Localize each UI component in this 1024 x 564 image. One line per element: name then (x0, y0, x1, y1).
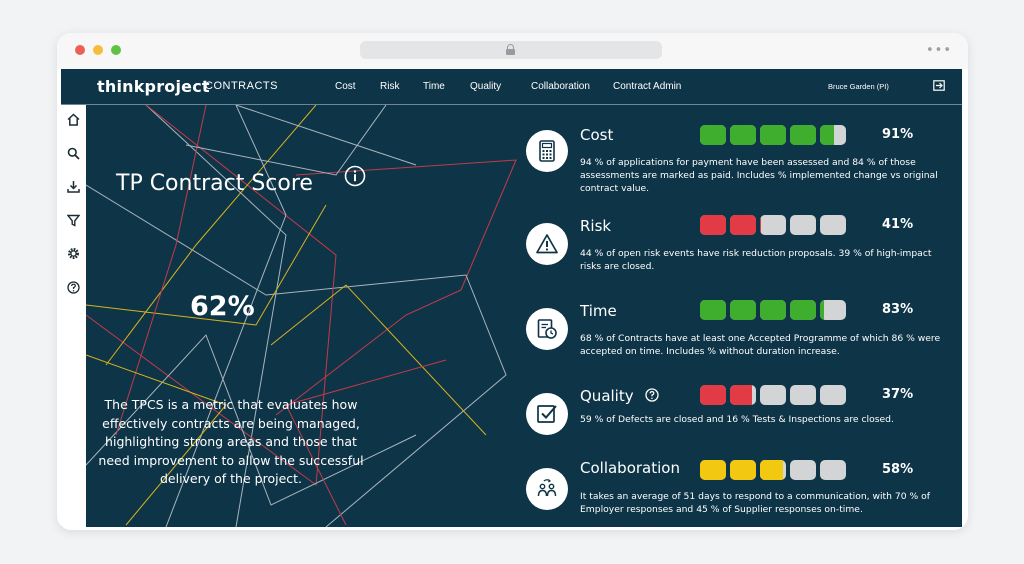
score-bar-segment (760, 460, 786, 480)
score-title: TP Contract Score (116, 171, 313, 196)
lock-icon (506, 44, 515, 55)
info-icon[interactable] (344, 165, 366, 187)
quality-icon-circle (526, 393, 568, 435)
time-icon-circle (526, 308, 568, 350)
score-bar-segment (820, 215, 846, 235)
nav-contract-admin[interactable]: Contract Admin (613, 81, 681, 92)
score-bar-segment (760, 125, 786, 145)
top-navigation: thinkproject CONTRACTS Cost Risk Time Qu… (61, 69, 962, 105)
quality-help-icon[interactable] (645, 388, 659, 402)
metric-percent-risk: 41% (882, 217, 914, 232)
quality-score-bar (700, 385, 846, 405)
risk-score-bar (700, 215, 846, 235)
metric-name-risk: Risk (580, 217, 612, 235)
metric-percent-cost: 91% (882, 127, 914, 142)
overall-score: 62% (190, 291, 255, 322)
score-bar-segment (790, 215, 816, 235)
user-name[interactable]: Bruce Garden (PI) (828, 82, 889, 91)
metric-percent-collaboration: 58% (882, 462, 914, 477)
logout-icon[interactable] (933, 80, 945, 91)
gear-icon[interactable] (67, 247, 80, 260)
nav-risk[interactable]: Risk (380, 81, 399, 92)
filter-icon[interactable] (67, 214, 80, 227)
metric-name-time: Time (580, 302, 617, 320)
score-bar-segment (730, 215, 756, 235)
score-bar-segment (730, 460, 756, 480)
metric-description-cost: 94 % of applications for payment have be… (580, 157, 938, 194)
people-icon (537, 479, 557, 497)
metric-name-collaboration: Collaboration (580, 459, 680, 477)
score-bar-segment (820, 460, 846, 480)
warning-icon (536, 234, 558, 254)
more-options-icon[interactable]: ••• (926, 43, 952, 58)
download-icon[interactable] (67, 180, 80, 193)
checkbox-icon (537, 405, 557, 423)
maximize-window-button[interactable] (111, 45, 121, 55)
score-panel: TP Contract Score 62% The TPCS is a metr… (86, 105, 962, 527)
score-bar-segment (700, 125, 726, 145)
nav-collaboration[interactable]: Collaboration (531, 81, 590, 92)
score-bar-segment (790, 125, 816, 145)
search-icon[interactable] (67, 147, 80, 160)
score-bar-segment (700, 460, 726, 480)
score-bar-segment (790, 460, 816, 480)
score-bar-segment (730, 125, 756, 145)
metric-percent-time: 83% (882, 302, 914, 317)
score-bar-segment (700, 300, 726, 320)
schedule-icon (537, 319, 557, 339)
time-score-bar (700, 300, 846, 320)
home-icon[interactable] (67, 113, 80, 126)
address-bar[interactable] (360, 41, 662, 59)
risk-icon-circle (526, 223, 568, 265)
metric-description-collaboration: It takes an average of 51 days to respon… (580, 491, 931, 515)
score-bar-segment (820, 125, 846, 145)
logo-subtitle: CONTRACTS (205, 80, 278, 92)
cost-score-bar (700, 125, 846, 145)
score-bar-segment (790, 385, 816, 405)
score-bar-segment (700, 215, 726, 235)
logo[interactable]: thinkproject (97, 77, 210, 96)
nav-quality[interactable]: Quality (470, 81, 501, 92)
collaboration-score-bar (700, 460, 846, 480)
metric-percent-quality: 37% (882, 387, 914, 402)
sidebar (61, 105, 86, 527)
cost-icon-circle (526, 130, 568, 172)
metric-name-cost: Cost (580, 126, 614, 144)
metric-description-risk: 44 % of open risk events have risk reduc… (580, 248, 932, 272)
metric-description-time: 68 % of Contracts have at least one Acce… (580, 333, 941, 357)
score-bar-segment (730, 385, 756, 405)
nav-cost[interactable]: Cost (335, 81, 356, 92)
calculator-icon (539, 140, 555, 162)
score-bar-segment (820, 385, 846, 405)
score-bar-segment (760, 215, 786, 235)
metric-name-quality: Quality (580, 387, 634, 405)
browser-chrome: ••• (57, 33, 968, 69)
nav-time[interactable]: Time (423, 81, 445, 92)
collaboration-icon-circle (526, 468, 568, 510)
score-bar-segment (730, 300, 756, 320)
close-window-button[interactable] (75, 45, 85, 55)
metric-description-quality: 59 % of Defects are closed and 16 % Test… (580, 414, 894, 425)
score-bar-segment (790, 300, 816, 320)
score-bar-segment (760, 300, 786, 320)
app-root: thinkproject CONTRACTS Cost Risk Time Qu… (61, 69, 962, 527)
score-bar-segment (700, 385, 726, 405)
score-description: The TPCS is a metric that evaluates how … (98, 397, 364, 486)
score-bar-segment (760, 385, 786, 405)
score-bar-segment (820, 300, 846, 320)
browser-window: ••• thinkproject CONTRACTS Cost Risk Tim… (57, 33, 968, 530)
minimize-window-button[interactable] (93, 45, 103, 55)
help-icon[interactable] (67, 281, 80, 294)
